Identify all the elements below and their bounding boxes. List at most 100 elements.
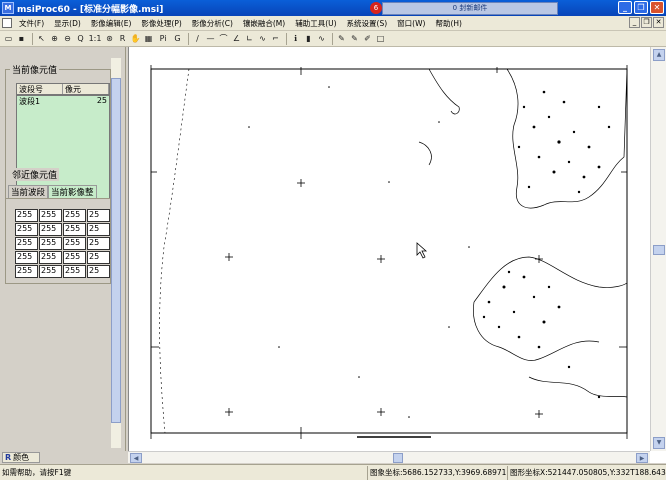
polyline-icon[interactable]: ⌒: [218, 33, 229, 45]
scroll-down-arrow-icon[interactable]: ▼: [653, 437, 665, 449]
pixel-grid-cell: 25: [87, 237, 110, 250]
mail-notification[interactable]: 6 0 封新邮件: [370, 2, 558, 15]
table-row[interactable]: 波段1 25: [17, 96, 109, 107]
menu-window[interactable]: 窗口(W): [392, 18, 430, 29]
pixel-grid-cell: 255: [39, 265, 62, 278]
view-vertical-scrollbar[interactable]: ▲ ▼: [650, 47, 666, 451]
menu-mosaic-fusion[interactable]: 镶嵌融合(M): [238, 18, 290, 29]
pixel-info-panel: 当前像元值 波段号 像元 波段1 25 邻近像元值 当前波段 当前影像整 255…: [0, 47, 126, 451]
neighbor-pixel-grid: 255 255 255 25 255 255 255 25 255 255 255 25 255 255 2…: [15, 209, 111, 279]
map-image: [150, 65, 628, 439]
view-horizontal-scrollbar[interactable]: ◀ ▶: [128, 451, 650, 463]
mouse-cursor-icon: [416, 242, 428, 259]
msi-app-icon: M: [2, 2, 14, 14]
pixel-grid-cell: 25: [87, 209, 110, 222]
restore-icon[interactable]: R: [117, 33, 128, 45]
toolbar-separator: [286, 32, 287, 45]
close-button[interactable]: ✕: [650, 1, 664, 14]
pixel-grid-cell: 255: [63, 251, 86, 264]
pan-hand-icon[interactable]: ✋: [130, 33, 141, 45]
zoom-fit-icon[interactable]: ⊛: [104, 33, 115, 45]
pixel-grid-cell: 255: [63, 209, 86, 222]
band-cell: 波段1: [19, 97, 41, 106]
menu-settings[interactable]: 系统设置(S): [342, 18, 393, 29]
mail-icon: 6: [370, 2, 382, 14]
scroll-up-arrow-icon[interactable]: ▲: [653, 49, 665, 61]
pen-icon[interactable]: ✎: [336, 33, 347, 45]
pixel-grid-cell: 255: [15, 237, 38, 250]
line-tool-2-icon[interactable]: —: [205, 33, 216, 45]
pixel-grid-row: 255 255 255 25: [15, 223, 111, 237]
pointer-icon[interactable]: ↖: [36, 33, 47, 45]
horizontal-scroll-thumb[interactable]: [393, 453, 403, 463]
color-tab[interactable]: R 颜色: [2, 452, 40, 463]
grid-overlay-icon[interactable]: ▦: [143, 33, 154, 45]
minimize-button[interactable]: _: [618, 1, 632, 14]
geo-icon[interactable]: G: [172, 33, 183, 45]
mdi-minimize-button[interactable]: _: [629, 17, 640, 28]
toolbar: ▭ ▪ ↖ ⊕ ⊖ Q 1:1 ⊛ R ✋ ▦ Pi G ∕ — ⌒ ∠ ∟ ∿ ⌐ ℹ ▮ ∿ ✎ ✎ ✐ □: [0, 31, 666, 47]
scattered-marks: [248, 86, 470, 418]
pixel-grid-cell: 25: [87, 251, 110, 264]
curve-adjust-icon[interactable]: ∿: [316, 33, 327, 45]
panel-scrollbar[interactable]: [111, 58, 121, 448]
pixel-grid-cell: 255: [15, 251, 38, 264]
image-canvas[interactable]: [128, 47, 666, 463]
toolbar-separator: [332, 32, 333, 45]
pixel-grid-cell: 255: [15, 209, 38, 222]
brush-icon[interactable]: ✐: [362, 33, 373, 45]
color-tab-label: 颜色: [13, 453, 30, 462]
line-tool-1-icon[interactable]: ∕: [192, 33, 203, 45]
neighbor-tabs: 当前波段 当前影像整: [8, 185, 111, 198]
menu-image-edit[interactable]: 影像编辑(E): [86, 18, 137, 29]
pixel-grid-cell: 255: [39, 209, 62, 222]
open-folder-icon[interactable]: ▭: [3, 33, 14, 45]
rectangle-icon[interactable]: □: [375, 33, 386, 45]
zoom-in-icon[interactable]: ⊕: [49, 33, 60, 45]
mdi-close-button[interactable]: ✕: [653, 17, 664, 28]
maximize-button[interactable]: ❐: [634, 1, 648, 14]
menu-tools[interactable]: 辅助工具(U): [290, 18, 341, 29]
menu-display[interactable]: 显示(D): [49, 18, 86, 29]
pixel-grid-cell: 25: [87, 265, 110, 278]
pixel-info-icon[interactable]: Pi: [156, 33, 170, 45]
neighbor-pixel-title: 邻近像元值: [10, 168, 60, 181]
zoom-out-icon[interactable]: ⊖: [62, 33, 73, 45]
coastline-south-texture: [482, 270, 601, 399]
scroll-left-arrow-icon[interactable]: ◀: [130, 453, 142, 463]
menu-help[interactable]: 帮助(H): [430, 18, 467, 29]
pixel-grid-row: 255 255 255 25: [15, 251, 111, 265]
vertical-scroll-thumb[interactable]: [653, 245, 665, 255]
toolbar-separator: [32, 32, 33, 45]
scroll-right-arrow-icon[interactable]: ▶: [636, 453, 648, 463]
tab-current-image[interactable]: 当前影像整: [48, 185, 97, 198]
grid-crosses: [151, 67, 627, 439]
angle-icon[interactable]: ∟: [244, 33, 255, 45]
pixel-grid-cell: 255: [63, 223, 86, 236]
save-icon[interactable]: ▪: [16, 33, 27, 45]
pixel-grid-cell: 255: [15, 223, 38, 236]
zoom-1to1-label[interactable]: 1:1: [88, 33, 102, 45]
tab-current-band[interactable]: 当前波段: [8, 185, 49, 198]
info-icon[interactable]: ℹ: [290, 33, 301, 45]
zoom-icon[interactable]: Q: [75, 33, 86, 45]
coastline-south: [473, 256, 628, 398]
mail-notification-text: 0 封新邮件: [452, 4, 488, 12]
pen-2-icon[interactable]: ✎: [349, 33, 360, 45]
menu-image-process[interactable]: 影像处理(P): [136, 18, 186, 29]
title-bar: M msiProc60 - [标准分幅影像.msi] 6 0 封新邮件 _ ❐ …: [0, 0, 666, 16]
pixel-value-cell: 25: [96, 96, 107, 105]
histogram-icon[interactable]: ▮: [303, 33, 314, 45]
menu-image-analysis[interactable]: 影像分析(C): [187, 18, 238, 29]
column-pixel[interactable]: 像元: [63, 84, 109, 94]
west-boundary: [159, 68, 190, 434]
panel-scrollbar-thumb[interactable]: [111, 78, 121, 423]
menu-file[interactable]: 文件(F): [14, 18, 49, 29]
mdi-restore-button[interactable]: ❐: [641, 17, 652, 28]
polyline-2-icon[interactable]: ∠: [231, 33, 242, 45]
arc-icon[interactable]: ⌐: [270, 33, 281, 45]
menu-bar: 文件(F) 显示(D) 影像编辑(E) 影像处理(P) 影像分析(C) 镶嵌融合…: [0, 16, 666, 31]
curve-icon[interactable]: ∿: [257, 33, 268, 45]
column-band[interactable]: 波段号: [17, 84, 63, 94]
document-icon[interactable]: [2, 18, 12, 28]
